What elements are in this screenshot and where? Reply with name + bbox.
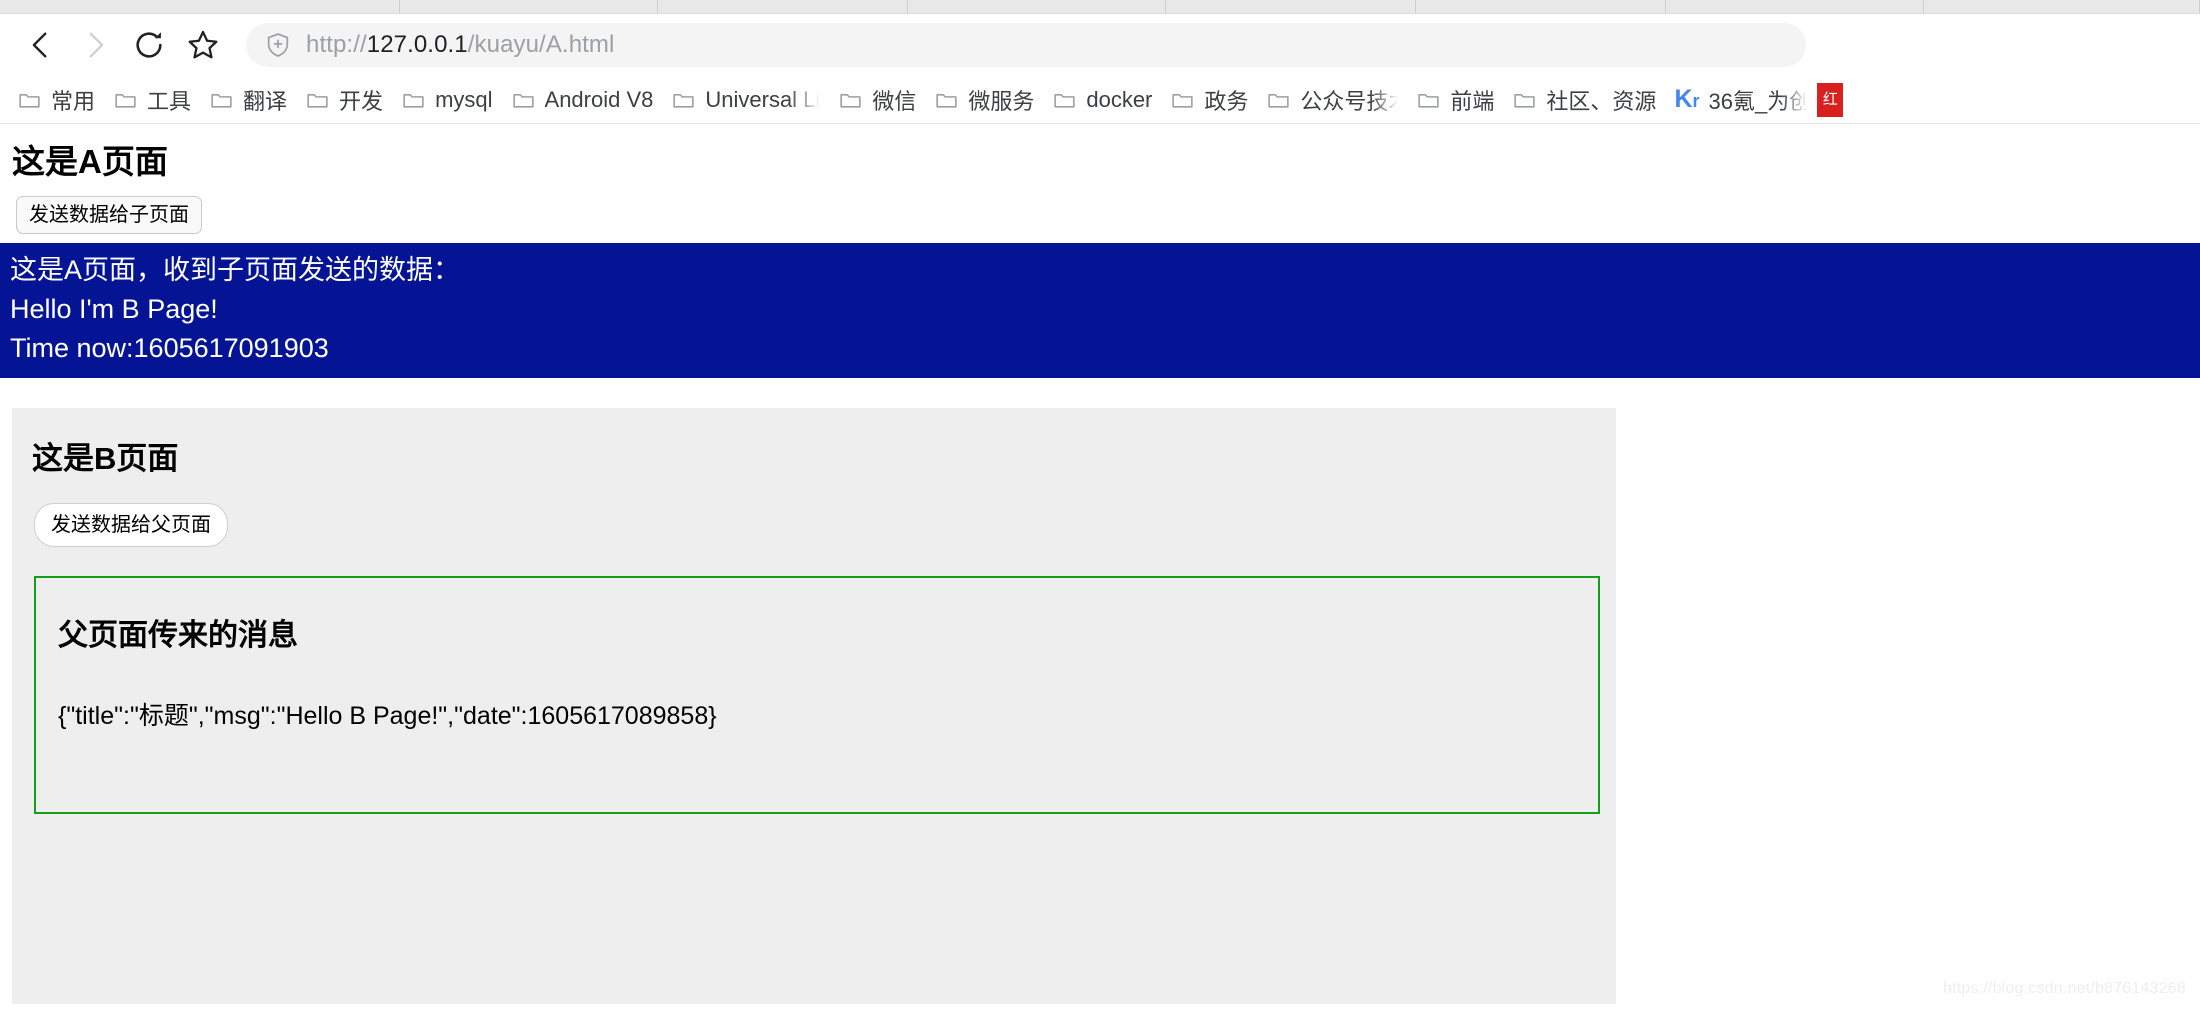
tab-stub[interactable]: [1166, 0, 1416, 13]
forward-button[interactable]: [68, 18, 122, 72]
address-bar[interactable]: http://127.0.0.1/kuayu/A.html: [246, 23, 1806, 67]
folder-icon: [838, 87, 863, 112]
bookmark-label: 政务: [1204, 88, 1249, 114]
back-arrow-icon: [24, 28, 58, 62]
tab-stub[interactable]: [0, 0, 400, 13]
browser-chrome: http://127.0.0.1/kuayu/A.html 常用 工具 翻译 开…: [0, 0, 2200, 124]
received-line: 这是A页面，收到子页面发送的数据：: [10, 254, 461, 285]
bookmark-star-button[interactable]: [176, 18, 230, 72]
page-a-title: 这是A页面: [12, 143, 168, 180]
tab-stub[interactable]: [908, 0, 1166, 13]
url-text: http://127.0.0.1/kuayu/A.html: [306, 31, 614, 59]
browser-toolbar: http://127.0.0.1/kuayu/A.html: [0, 14, 2200, 76]
bookmark-item[interactable]: 开发: [296, 80, 392, 120]
tab-stub[interactable]: [1666, 0, 1924, 13]
tab-stub[interactable]: [658, 0, 908, 13]
parent-received-data-box: 这是A页面，收到子页面发送的数据： Hello I'm B Page! Time…: [0, 242, 2200, 379]
forward-arrow-icon: [78, 28, 112, 62]
folder-icon: [113, 87, 138, 112]
send-data-to-parent-button[interactable]: 发送数据给父页面: [34, 503, 228, 548]
url-host: 127.0.0.1: [366, 31, 468, 58]
reload-icon: [132, 28, 166, 62]
bookmark-label: 前端: [1450, 88, 1495, 114]
folder-icon: [305, 87, 330, 112]
folder-icon: [1512, 87, 1537, 112]
folder-icon: [671, 87, 696, 112]
bookmark-label: Universal Li: [705, 86, 821, 112]
bookmark-label: 工具: [147, 88, 192, 114]
bookmark-item[interactable]: docker: [1043, 80, 1161, 120]
bookmark-item[interactable]: mysql: [392, 80, 501, 120]
bookmark-item[interactable]: 工具: [104, 80, 200, 120]
bookmark-item[interactable]: 社区、资源: [1503, 80, 1665, 120]
bookmark-label: 微信: [872, 88, 917, 114]
star-icon: [186, 28, 220, 62]
kr-logo-icon: Kr: [1674, 85, 1700, 113]
bookmark-label: 翻译: [243, 88, 288, 114]
page-a-content: 这是A页面 发送数据给子页面 这是A页面，收到子页面发送的数据： Hello I…: [0, 124, 2200, 1005]
folder-icon: [209, 87, 234, 112]
overflow-bookmark-badge[interactable]: 红: [1817, 82, 1844, 117]
bookmarks-bar: 常用 工具 翻译 开发 mysql Android V8 Universal L…: [0, 76, 2200, 124]
bookmark-label: 公众号技术: [1300, 88, 1398, 114]
bookmark-label: Android V8: [544, 86, 654, 112]
bookmark-item[interactable]: Kr 36氪_为创: [1665, 80, 1817, 120]
folder-icon: [401, 87, 426, 112]
bookmark-item[interactable]: 公众号技术: [1257, 80, 1407, 120]
shield-plus-icon: [264, 31, 292, 59]
tab-stub[interactable]: [1924, 0, 2200, 13]
back-button[interactable]: [14, 18, 68, 72]
folder-icon: [511, 87, 536, 112]
bookmark-item[interactable]: Universal Li: [662, 80, 829, 120]
page-b-title: 这是B页面: [32, 441, 179, 477]
folder-icon: [1266, 87, 1291, 112]
bookmark-label: 开发: [339, 88, 384, 114]
tab-strip[interactable]: [0, 0, 2200, 14]
folder-icon: [17, 87, 42, 112]
bookmark-label: mysql: [435, 86, 493, 112]
send-data-to-child-button[interactable]: 发送数据给子页面: [16, 195, 202, 234]
b-page-iframe[interactable]: 这是B页面 发送数据给父页面 父页面传来的消息 {"title":"标题","m…: [12, 408, 1616, 1005]
tab-stub[interactable]: [400, 0, 658, 13]
bookmark-label: 社区、资源: [1546, 88, 1657, 114]
bookmark-item[interactable]: 微服务: [925, 80, 1043, 120]
reload-button[interactable]: [122, 18, 176, 72]
bookmark-item[interactable]: 微信: [829, 80, 925, 120]
message-from-parent-box: 父页面传来的消息 {"title":"标题","msg":"Hello B Pa…: [34, 576, 1600, 815]
page-root: http://127.0.0.1/kuayu/A.html 常用 工具 翻译 开…: [0, 0, 2200, 1005]
bookmark-item[interactable]: 翻译: [200, 80, 296, 120]
bookmark-label: 36氪_为创: [1708, 88, 1809, 114]
folder-icon: [1052, 87, 1077, 112]
url-scheme: http://: [306, 31, 367, 58]
bookmark-label: 微服务: [968, 88, 1035, 114]
message-from-parent-payload: {"title":"标题","msg":"Hello B Page!","dat…: [58, 702, 717, 731]
folder-icon: [1416, 87, 1441, 112]
url-path: /kuayu/A.html: [467, 31, 615, 58]
bookmark-label: 常用: [51, 88, 96, 114]
bookmark-label: docker: [1086, 86, 1153, 112]
folder-icon: [934, 87, 959, 112]
bookmark-item[interactable]: 政务: [1161, 80, 1257, 120]
bookmark-item[interactable]: Android V8: [502, 80, 663, 120]
bookmark-item[interactable]: 前端: [1407, 80, 1503, 120]
received-line: Hello I'm B Page!: [10, 293, 218, 324]
received-line: Time now:1605617091903: [10, 332, 329, 363]
bookmark-item[interactable]: 常用: [8, 80, 104, 120]
folder-icon: [1170, 87, 1195, 112]
tab-stub[interactable]: [1416, 0, 1666, 13]
message-from-parent-heading: 父页面传来的消息: [58, 619, 298, 653]
